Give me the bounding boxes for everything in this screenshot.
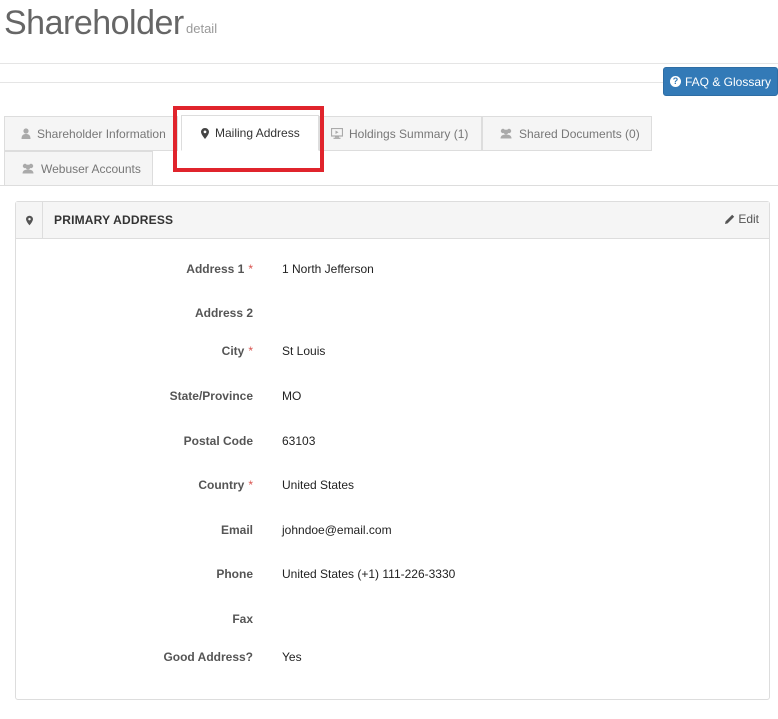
field-label-phone: Phone [216,567,253,581]
field-label-address-2: Address 2 [194,306,253,320]
tabs-baseline [0,185,778,186]
field-label-postal-code: Postal Code [183,434,253,448]
desktop-icon [331,128,343,139]
field-label-country: Country * [198,478,253,492]
field-label-fax: Fax [232,612,253,626]
pencil-icon [725,214,735,224]
question-circle-icon: ? [669,76,681,87]
tab-label: Shared Documents (0) [519,126,640,141]
faq-glossary-label: FAQ & Glossary [684,74,772,89]
faq-glossary-button[interactable]: ? FAQ & Glossary [663,67,778,96]
panel-title: PRIMARY ADDRESS [54,213,174,227]
field-label-city: City * [221,344,253,358]
field-value-country: United States [282,478,355,492]
tab-label: Mailing Address [215,126,300,140]
tab-label: Holdings Summary (1) [349,126,469,141]
user-icon [21,128,31,139]
field-value-city: St Louis [282,344,326,358]
header-divider [0,63,778,64]
page-subtitle: detail [186,21,218,36]
field-label-address-1: Address 1 * [186,262,253,276]
field-value-state-province: MO [282,389,302,403]
users-icon [21,163,35,174]
toolbar-divider [0,82,778,83]
tab-shared-documents[interactable]: Shared Documents (0) [482,116,652,151]
users-icon [499,128,513,139]
tab-label: Webuser Accounts [41,161,141,176]
primary-address-panel: PRIMARY ADDRESS Edit Address 1 * 1 North … [15,201,770,700]
field-label-state-province: State/Province [169,389,253,403]
field-value-postal-code: 63103 [282,434,316,448]
page-title: Shareholder [4,4,184,42]
field-label-good-address: Good Address? [163,650,253,664]
field-value-email: johndoe@email.com [282,523,392,537]
field-value-address-1: 1 North Jefferson [282,262,374,276]
field-value-phone: United States (+1) 111-226-3330 [282,567,456,581]
required-asterisk: * [248,262,253,276]
required-asterisk: * [248,478,253,492]
panel-heading: PRIMARY ADDRESS Edit [16,202,769,239]
field-value-good-address: Yes [282,650,302,664]
field-label-email: Email [220,523,253,537]
tab-mailing-address[interactable]: Mailing Address [181,115,319,151]
edit-button[interactable]: Edit [725,212,759,226]
map-marker-icon [201,127,209,139]
tab-label: Shareholder Information [37,126,166,141]
required-asterisk: * [248,344,253,358]
tab-shareholder-information[interactable]: Shareholder Information [4,116,178,151]
edit-label: Edit [738,212,759,226]
tab-holdings-summary[interactable]: Holdings Summary (1) [319,116,482,151]
map-marker-icon [16,202,43,239]
tab-webuser-accounts[interactable]: Webuser Accounts [4,151,153,186]
